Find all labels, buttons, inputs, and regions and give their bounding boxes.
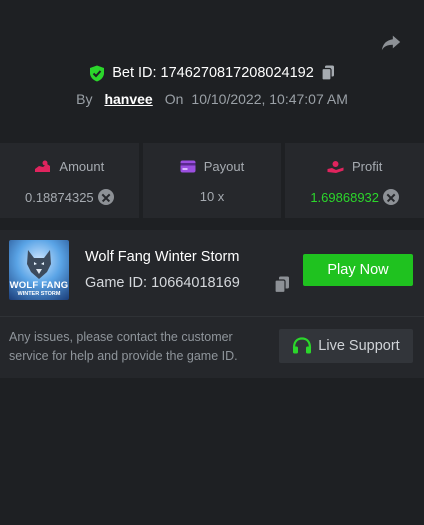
by-label: By <box>76 91 93 107</box>
support-note: Any issues, please contact the customer … <box>9 330 238 363</box>
copy-icon[interactable] <box>321 65 335 81</box>
live-support-label: Live Support <box>318 338 400 354</box>
profit-value: 1.69868932 <box>310 189 380 205</box>
divider <box>0 316 424 317</box>
game-name: Wolf Fang Winter Storm <box>85 249 240 265</box>
copy-icon[interactable] <box>274 276 290 293</box>
x-circle-icon <box>383 189 400 205</box>
profit-card: Profit 1.69868932 <box>285 143 424 218</box>
game-thumbnail[interactable]: WOLF FANG WINTER STORM <box>9 240 69 300</box>
profit-icon <box>327 160 344 173</box>
amount-card: Amount 0.18874325 <box>0 143 139 218</box>
bet-stats: Amount 0.18874325 Payout 10 x Profit 1.6… <box>0 143 424 218</box>
profit-label: Profit <box>352 159 383 174</box>
username-link[interactable]: hanvee <box>104 91 152 107</box>
bet-meta: By hanvee On 10/10/2022, 10:47:07 AM <box>0 90 424 108</box>
wolf-icon <box>27 250 51 279</box>
x-circle-icon <box>97 189 114 205</box>
payout-label: Payout <box>203 159 245 174</box>
payout-card: Payout 10 x <box>142 143 282 218</box>
game-card: WOLF FANG WINTER STORM Wolf Fang Winter … <box>0 230 424 378</box>
amount-value: 0.18874325 <box>24 189 94 205</box>
live-support-button[interactable]: Live Support <box>279 329 413 363</box>
bet-id-row: Bet ID: 1746270817208024192 <box>0 63 424 83</box>
payout-icon <box>180 160 196 173</box>
share-icon[interactable] <box>380 31 402 53</box>
shield-check-icon <box>90 65 105 81</box>
game-id: Game ID: 10664018169 <box>85 275 240 291</box>
thumb-title: WOLF FANG <box>9 280 69 291</box>
payout-value: 10 x <box>199 189 225 204</box>
amount-icon <box>35 160 51 172</box>
headset-icon <box>293 337 312 354</box>
bet-id: Bet ID: 1746270817208024192 <box>112 65 314 81</box>
amount-label: Amount <box>59 159 105 174</box>
thumb-subtitle: WINTER STORM <box>17 291 61 297</box>
bet-datetime: 10/10/2022, 10:47:07 AM <box>191 91 348 107</box>
on-label: On <box>164 91 184 107</box>
play-now-button[interactable]: Play Now <box>303 254 413 286</box>
